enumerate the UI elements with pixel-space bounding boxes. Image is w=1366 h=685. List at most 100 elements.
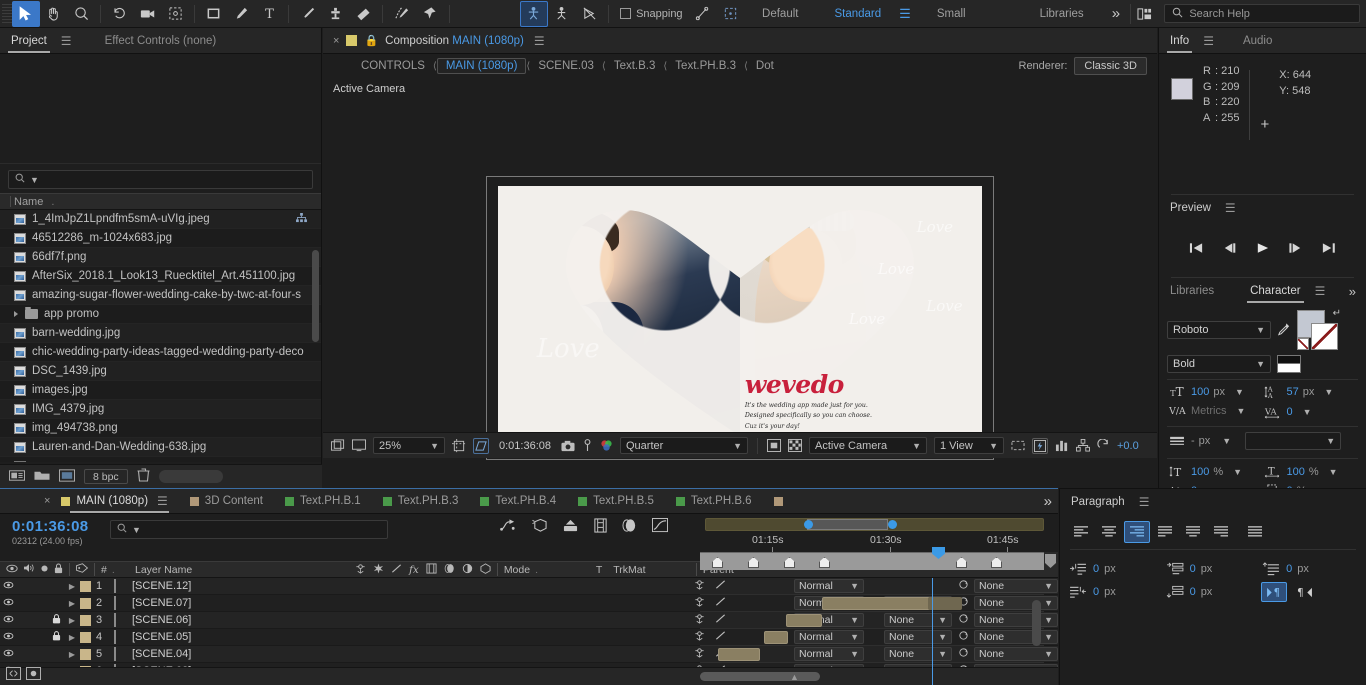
space-before-value[interactable]: 0	[1286, 563, 1292, 575]
region-preview-icon[interactable]	[767, 439, 781, 452]
list-item[interactable]: amazing-sugar-flower-wedding-cake-by-twc…	[0, 286, 321, 305]
work-area-start-handle[interactable]	[803, 520, 813, 529]
eyedropper-icon[interactable]	[1277, 322, 1291, 339]
fill-stroke-preview[interactable]	[1277, 355, 1301, 373]
breadcrumb-item-textphb3[interactable]: Text.PH.B.3	[667, 60, 744, 72]
interpret-footage-icon[interactable]	[9, 469, 25, 485]
stroke-width-row[interactable]: - px ▼ ▼	[1167, 432, 1358, 450]
track-row[interactable]	[700, 646, 1044, 663]
layer-clip-bar[interactable]	[718, 648, 760, 661]
layer-label-swatch[interactable]	[80, 631, 96, 643]
indent-left-field[interactable]: 0 px	[1068, 558, 1165, 579]
layer-expand-triangle[interactable]: ▶	[64, 650, 80, 659]
leading-value[interactable]: 57	[1287, 386, 1299, 398]
track-row[interactable]	[700, 595, 1044, 612]
layer-label-swatch[interactable]	[80, 580, 96, 592]
stroke-color-swatch[interactable]	[1311, 323, 1338, 350]
list-item[interactable]: 1_4ImJpZ1Lpndfm5smA-uVIg.jpeg	[0, 210, 321, 229]
kerning-row[interactable]: V/A Metrics ▼	[1167, 404, 1263, 418]
project-footer-pill[interactable]	[158, 470, 223, 483]
exposure-reset-icon[interactable]	[1097, 439, 1110, 452]
justify-last-right-button[interactable]	[1208, 521, 1234, 543]
layer-visibility-toggle[interactable]	[0, 580, 16, 592]
breadcrumb-item-main[interactable]: MAIN (1080p)	[436, 58, 527, 74]
chevron-down-icon[interactable]: ▼	[1236, 406, 1245, 416]
list-item[interactable]: DSC_1439.jpg	[0, 362, 321, 381]
ltr-direction-button[interactable]: ¶	[1261, 582, 1288, 602]
list-item[interactable]: IMG_4379.jpg	[0, 400, 321, 419]
list-item[interactable]: Lauren-and-Dan-Wedding-638.jpg	[0, 438, 321, 457]
justify-last-center-button[interactable]	[1180, 521, 1206, 543]
indent-right-field[interactable]: 0 px	[1068, 582, 1165, 603]
work-area-range[interactable]	[807, 519, 888, 530]
preview-panel-menu-icon[interactable]: ☰	[1225, 201, 1236, 215]
layer-name[interactable]: [SCENE.07]	[132, 597, 688, 609]
close-icon[interactable]: ×	[333, 35, 339, 47]
info-panel-menu-icon[interactable]: ☰	[1203, 34, 1214, 48]
horizontal-scale-value[interactable]: 100	[1287, 466, 1305, 478]
rtl-direction-button[interactable]: ¶	[1291, 582, 1317, 602]
track-row[interactable]	[700, 629, 1044, 646]
clone-stamp-tool[interactable]	[322, 1, 350, 27]
comp-marker[interactable]	[819, 557, 830, 568]
puppet-pin-tool[interactable]	[416, 1, 444, 27]
camera-view-select[interactable]: Active Camera ▼	[809, 437, 927, 454]
pan-behind-3d-tool[interactable]	[575, 1, 603, 27]
layer-number-header[interactable]: # .	[95, 561, 129, 578]
marker-well[interactable]	[1044, 552, 1058, 570]
layer-clip-tail[interactable]	[928, 597, 962, 610]
selection-tool[interactable]	[11, 0, 40, 27]
tab-effect-controls[interactable]: Effect Controls (none)	[94, 28, 228, 54]
layer-expand-triangle[interactable]: ▶	[64, 616, 80, 625]
align-left-button[interactable]	[1068, 521, 1094, 543]
list-item[interactable]: barn-wedding.jpg	[0, 324, 321, 343]
hand-tool[interactable]	[40, 1, 68, 27]
list-item[interactable]: img_494738.png	[0, 419, 321, 438]
project-panel-menu-icon[interactable]: ☰	[61, 34, 72, 48]
comp-marker[interactable]	[784, 557, 795, 568]
timeline-tab-text-ph-b1[interactable]: Text.PH.B.1	[274, 489, 372, 513]
chevron-down-icon[interactable]: ▼	[1303, 407, 1312, 417]
timeline-tab-text-ph-b5[interactable]: Text.PH.B.5	[567, 489, 665, 513]
timeline-horizontal-scrollbar[interactable]	[700, 672, 820, 681]
layer-visibility-toggle[interactable]	[0, 631, 16, 643]
composition-marker-track[interactable]	[700, 552, 1044, 570]
show-snapshot-icon[interactable]	[582, 439, 593, 452]
space-after-value[interactable]: 0	[1190, 586, 1196, 598]
list-item[interactable]: images.jpg	[0, 381, 321, 400]
channel-selector-icon[interactable]	[600, 439, 613, 452]
workspace-small-screen[interactable]: Small Screen	[919, 0, 1022, 48]
comp-marker[interactable]	[748, 557, 759, 568]
indent-left-value[interactable]: 0	[1093, 563, 1099, 575]
tab-audio[interactable]: Audio	[1232, 28, 1283, 54]
indent-right-value[interactable]: 0	[1093, 586, 1099, 598]
first-frame-button[interactable]	[1189, 242, 1204, 257]
eraser-tool[interactable]	[350, 1, 378, 27]
renderer-button[interactable]: Classic 3D	[1074, 57, 1147, 75]
breadcrumb-item-textb3[interactable]: Text.B.3	[606, 60, 664, 72]
chevron-down-icon[interactable]: ▼	[1329, 467, 1338, 477]
project-file-list[interactable]: 1_4ImJpZ1Lpndfm5smA-uVIg.jpeg 46512286_m…	[0, 210, 321, 462]
resolution-select[interactable]: Quarter ▼	[620, 437, 748, 454]
new-folder-icon[interactable]	[34, 469, 50, 484]
lock-icon[interactable]: 🔒	[364, 34, 378, 47]
breadcrumb-item-controls[interactable]: CONTROLS	[353, 60, 433, 72]
align-right-button[interactable]	[1124, 521, 1150, 543]
tab-libraries[interactable]: Libraries	[1159, 278, 1225, 304]
list-item[interactable]: AfterSix_2018.1_Look13_Ruecktitel_Art.45…	[0, 267, 321, 286]
camera-tool[interactable]	[134, 1, 162, 27]
toggle-transparency-grid-icon[interactable]	[331, 439, 345, 452]
timeline-tab-extra[interactable]	[763, 489, 794, 513]
composition-stage[interactable]: Love Love Love Love Love wevedo It's the…	[486, 176, 994, 460]
stroke-type-select[interactable]: ▼	[1245, 432, 1342, 450]
tab-character[interactable]: Character	[1239, 278, 1312, 304]
layer-expand-triangle[interactable]: ▶	[64, 582, 80, 591]
tracking-row[interactable]: VA 0 ▼	[1263, 405, 1359, 419]
composition-panel-menu-icon[interactable]: ☰	[534, 34, 545, 48]
list-item[interactable]: 46512286_m-1024x683.jpg	[0, 229, 321, 248]
track-row[interactable]	[700, 578, 1044, 595]
space-after-field[interactable]: 0 px	[1165, 582, 1262, 603]
transparency-grid-icon[interactable]	[788, 439, 802, 452]
character-panel-menu-icon[interactable]: ☰	[1315, 284, 1326, 298]
snap-bounds-icon[interactable]	[716, 1, 744, 27]
